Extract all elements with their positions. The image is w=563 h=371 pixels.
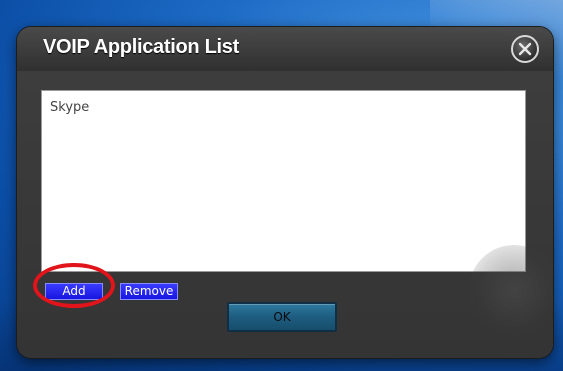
dialog-titlebar: VOIP Application List xyxy=(17,27,553,71)
close-x-icon xyxy=(518,42,532,56)
close-button[interactable] xyxy=(511,35,539,63)
remove-button[interactable]: Remove xyxy=(120,283,178,300)
dialog-title: VOIP Application List xyxy=(43,36,239,58)
list-item-skype[interactable]: Skype xyxy=(50,100,89,115)
add-button[interactable]: Add xyxy=(45,283,103,300)
voip-application-listbox[interactable]: Skype xyxy=(41,90,526,272)
desktop-background: { "dialog": { "title": "VOIP Application… xyxy=(0,0,563,371)
ok-button[interactable]: OK xyxy=(227,302,337,332)
voip-application-list-dialog: VOIP Application List Skype Add Remove O… xyxy=(17,27,553,358)
